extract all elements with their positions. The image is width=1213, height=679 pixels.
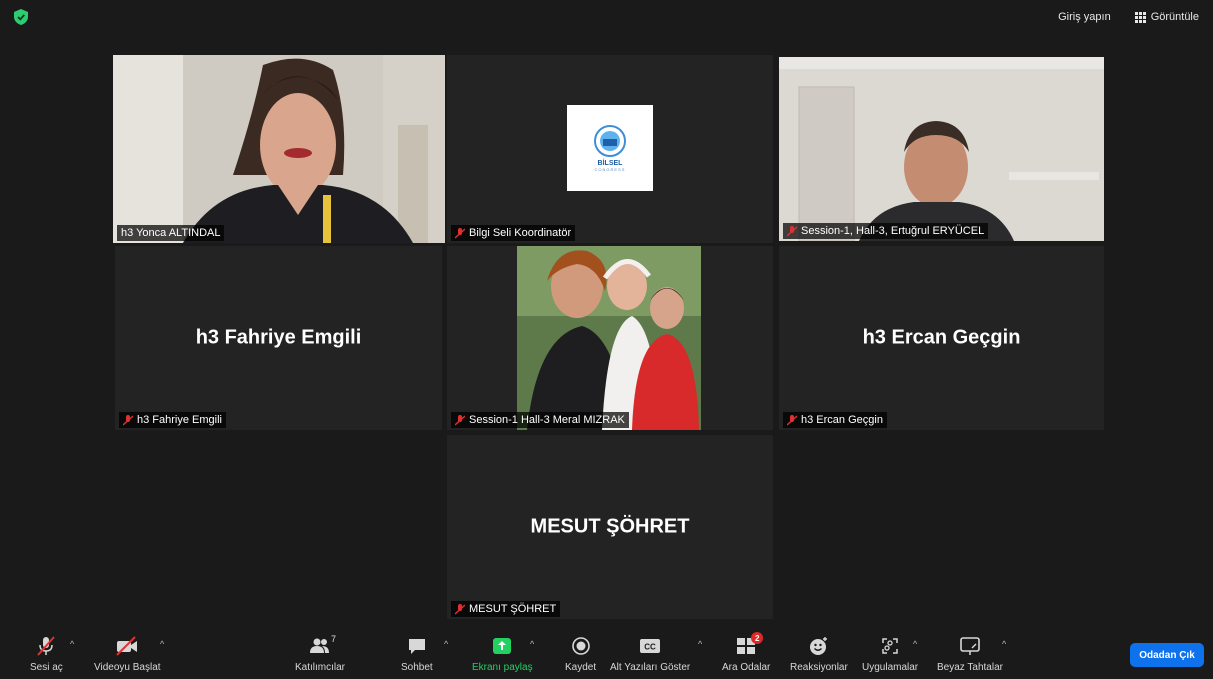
apps-label: Uygulamalar [862, 662, 919, 673]
participant-name-tag: MESUT ŞÖHRET [451, 601, 561, 617]
mic-muted-icon [455, 227, 465, 239]
participant-name-tag: Session-1, Hall-3, Ertuğrul ERYÜCEL [783, 223, 989, 239]
record-label: Kaydet [565, 662, 597, 673]
whiteboards-label: Beyaz Tahtalar [937, 662, 1003, 673]
whiteboards-button[interactable]: Beyaz Tahtalar [937, 635, 1003, 673]
participant-name: h3 Ercan Geçgin [801, 414, 883, 426]
participant-name-tag: h3 Yonca ALTINDAL [117, 225, 225, 241]
video-feed [779, 57, 1104, 241]
participant-name-tag: Bilgi Seli Koordinatör [451, 225, 576, 241]
reactions-label: Reaksiyonlar [790, 662, 848, 673]
globe-book-icon [594, 125, 626, 157]
share-screen-label: Ekranı paylaş [472, 662, 533, 673]
chat-icon [408, 639, 425, 654]
start-video-button[interactable]: Videoyu Başlat [94, 635, 161, 673]
sign-in-label: Giriş yapın [1058, 11, 1111, 23]
video-tile-yonca[interactable]: h3 Yonca ALTINDAL [113, 55, 445, 243]
show-captions-button[interactable]: CC Alt Yazıları Göster [610, 635, 690, 673]
participant-display-name: h3 Fahriye Emgili [195, 326, 362, 349]
mic-muted-icon [787, 225, 797, 237]
participant-name: h3 Yonca ALTINDAL [121, 227, 221, 239]
share-screen-icon [493, 638, 512, 654]
participant-name-tag: h3 Ercan Geçgin [783, 412, 887, 428]
chat-label: Sohbet [401, 662, 433, 673]
view-label: Görüntüle [1150, 11, 1199, 23]
video-tile-ertugrul[interactable]: Session-1, Hall-3, Ertuğrul ERYÜCEL [779, 57, 1104, 241]
video-tile-bilgi-seli[interactable]: BİLSEL CONGRESS Bilgi Seli Koordinatör [447, 55, 773, 243]
breakout-rooms-label: Ara Odalar [722, 662, 771, 673]
participant-name: Session-1, Hall-3, Ertuğrul ERYÜCEL [801, 225, 985, 237]
logo-subtext: CONGRESS [594, 167, 626, 172]
video-tile-mesut[interactable]: MESUT ŞÖHRET MESUT ŞÖHRET [447, 435, 773, 619]
breakout-rooms-button[interactable]: 2 Ara Odalar [722, 632, 771, 673]
video-feed [113, 55, 445, 243]
show-captions-label: Alt Yazıları Göster [610, 662, 691, 673]
mic-off-icon [37, 636, 56, 656]
sign-in-button[interactable]: Giriş yapın [1052, 8, 1117, 26]
unmute-button[interactable]: Sesi aç [30, 635, 63, 673]
whiteboard-icon [960, 637, 980, 655]
svg-text:CC: CC [644, 643, 656, 652]
unmute-label: Sesi aç [30, 662, 63, 673]
closed-captions-icon: CC [640, 639, 661, 653]
whiteboard-options-caret-icon[interactable]: ^ [1002, 639, 1006, 649]
participant-name-tag: Session-1 Hall-3 Meral MIZRAK [451, 412, 629, 428]
video-options-caret-icon[interactable]: ^ [160, 639, 164, 649]
participant-name-tag: h3 Fahriye Emgili [119, 412, 226, 428]
grid-view-icon [1134, 11, 1146, 23]
breakout-rooms-badge: 2 [751, 632, 764, 644]
shield-icon[interactable] [14, 9, 28, 25]
video-off-icon [116, 636, 138, 656]
chat-options-caret-icon[interactable]: ^ [444, 639, 448, 649]
mic-muted-icon [787, 414, 797, 426]
profile-photo [517, 246, 701, 430]
participants-button[interactable]: 7 Katılımcılar [295, 634, 346, 673]
participant-name: Session-1 Hall-3 Meral MIZRAK [469, 414, 625, 426]
video-tile-ercan[interactable]: h3 Ercan Geçgin h3 Ercan Geçgin [779, 246, 1104, 430]
mic-muted-icon [455, 603, 465, 615]
captions-options-caret-icon[interactable]: ^ [698, 639, 702, 649]
mic-muted-icon [455, 414, 465, 426]
participant-name: h3 Fahriye Emgili [137, 414, 222, 426]
reactions-icon [809, 637, 827, 655]
apps-options-caret-icon[interactable]: ^ [913, 639, 917, 649]
participant-display-name: MESUT ŞÖHRET [530, 515, 690, 538]
apps-icon [882, 638, 898, 654]
chat-button[interactable]: Sohbet [401, 635, 433, 673]
video-tile-meral[interactable]: Session-1 Hall-3 Meral MIZRAK [447, 246, 773, 430]
mic-muted-icon [123, 414, 133, 426]
video-tile-fahriye[interactable]: h3 Fahriye Emgili h3 Fahriye Emgili [115, 246, 442, 430]
participants-count: 7 [331, 634, 337, 644]
apps-button[interactable]: Uygulamalar [862, 635, 918, 673]
participant-display-name: h3 Ercan Geçgin [862, 326, 1021, 349]
bilsel-logo: BİLSEL CONGRESS [567, 105, 653, 191]
logo-text: BİLSEL [597, 160, 623, 167]
audio-options-caret-icon[interactable]: ^ [70, 639, 74, 649]
record-button[interactable]: Kaydet [565, 635, 596, 673]
participant-name: Bilgi Seli Koordinatör [469, 227, 572, 239]
participants-icon [310, 638, 329, 653]
leave-room-button[interactable]: Odadan Çık [1130, 643, 1204, 667]
view-button[interactable]: Görüntüle [1129, 8, 1205, 26]
participant-name: MESUT ŞÖHRET [469, 603, 557, 615]
meeting-toolbar: Sesi aç ^ Videoyu Başlat ^ 7 Katılımcıla… [0, 629, 1213, 679]
top-bar: Giriş yapın Görüntüle [0, 0, 1213, 36]
share-options-caret-icon[interactable]: ^ [530, 639, 534, 649]
reactions-button[interactable]: Reaksiyonlar [790, 635, 848, 673]
participants-label: Katılımcılar [295, 662, 346, 673]
start-video-label: Videoyu Başlat [94, 662, 161, 673]
record-icon [571, 637, 590, 655]
share-screen-button[interactable]: Ekranı paylaş [472, 635, 533, 673]
